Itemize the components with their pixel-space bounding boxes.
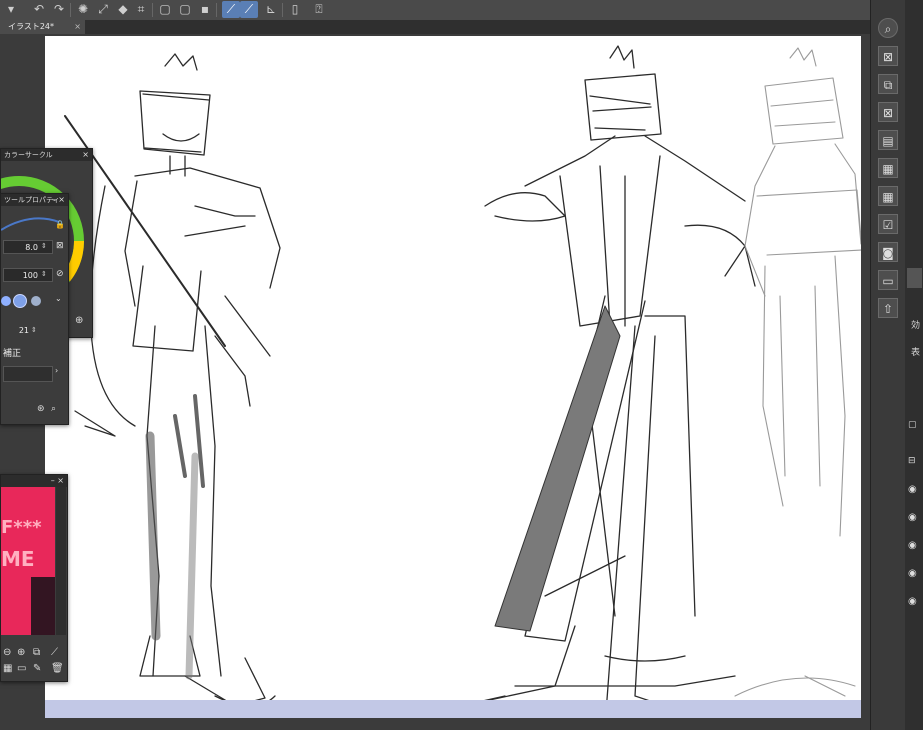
- folder-icon[interactable]: ▤: [878, 130, 898, 150]
- effect-label: 効: [911, 321, 921, 331]
- thumbnail-text: ME: [1, 547, 35, 571]
- opacity-value: 100: [22, 271, 38, 280]
- film-icon[interactable]: ▦: [878, 186, 898, 206]
- camera-icon[interactable]: ◙: [878, 242, 898, 262]
- document-tabbar: イラスト24* ×: [0, 20, 870, 34]
- trash-icon[interactable]: 🗑: [51, 663, 64, 674]
- document-tab[interactable]: イラスト24* ×: [0, 20, 85, 34]
- visibility-icon[interactable]: ◉: [908, 596, 917, 607]
- visibility-icon[interactable]: ◉: [908, 512, 917, 523]
- search-icon[interactable]: ⌕: [51, 404, 56, 414]
- brush-shape-icon[interactable]: [13, 294, 27, 308]
- stepper-icon[interactable]: ⇕: [41, 242, 47, 250]
- thumbnail-text: F***: [1, 517, 42, 538]
- fill-icon[interactable]: ◆: [114, 1, 132, 18]
- navigator-thumbnail[interactable]: F*** ME: [1, 487, 55, 635]
- snap-grid-icon[interactable]: ⟋: [222, 1, 240, 18]
- close-box-icon[interactable]: ⊠: [878, 102, 898, 122]
- zoom-out-icon[interactable]: ⊖: [3, 647, 11, 658]
- tool-property-panel: ツールプロパティ – × 🔒 8.0 ⇕ ⊠ 100 ⇕ ⊘ ⌄ 21 ⇕ 補正…: [0, 193, 69, 425]
- dropdown-icon[interactable]: ▾: [2, 1, 20, 18]
- tool-property-panel-header[interactable]: ツールプロパティ – ×: [1, 194, 68, 206]
- correction-label: 補正: [3, 349, 22, 359]
- pressure-icon[interactable]: ⊘: [56, 269, 64, 279]
- layer-panel-strip: 効 表 ▢ ⊟: [905, 0, 923, 730]
- close-icon[interactable]: – ×: [52, 194, 65, 206]
- undo-icon[interactable]: ↶: [30, 1, 48, 18]
- grid-icon[interactable]: ▦: [878, 158, 898, 178]
- top-toolbar: ▾ ↶ ↷ ✺ ⤢ ◆ ⌗ ▢ ▢ ▪ ⟋ ⟋ ⊾ ▯ ⍰: [0, 0, 923, 21]
- scrollbar[interactable]: [56, 487, 66, 635]
- clear-icon[interactable]: ✺: [74, 1, 92, 18]
- upload-icon[interactable]: ⇧: [878, 298, 898, 318]
- snap-special-icon[interactable]: ▪: [196, 1, 214, 18]
- snap-ruler-icon[interactable]: ▢: [176, 1, 194, 18]
- pressure-icon[interactable]: ⊠: [56, 241, 64, 251]
- figure-left-sketch: [64, 53, 281, 707]
- correction-slider[interactable]: [3, 366, 53, 382]
- stabilization-field[interactable]: 21: [3, 324, 43, 338]
- thumbnail-figure: [31, 577, 55, 635]
- edit-icon[interactable]: ✎: [33, 663, 41, 674]
- settings-icon[interactable]: ⊕: [75, 315, 83, 326]
- visibility-icon[interactable]: ◉: [908, 568, 917, 579]
- folder-icon[interactable]: ▭: [17, 663, 26, 674]
- transform-icon[interactable]: ⤢: [94, 1, 112, 18]
- drawing-canvas[interactable]: [45, 36, 861, 718]
- close-icon[interactable]: – ×: [51, 475, 64, 487]
- device-icon[interactable]: ▯: [286, 1, 304, 18]
- layer-icon[interactable]: ⊟: [908, 456, 916, 466]
- search-icon[interactable]: ⌕: [878, 18, 898, 38]
- redo-icon[interactable]: ↷: [50, 1, 68, 18]
- stepper-icon[interactable]: ⇕: [31, 326, 37, 334]
- close-icon[interactable]: ×: [82, 149, 89, 161]
- zoom-in-icon[interactable]: ⊕: [17, 647, 25, 658]
- navigator-toolbar: ⊖ ⊕ ⧉ ⟋ ▦ ▭ ✎ 🗑: [1, 645, 67, 681]
- visibility-icon[interactable]: ◉: [908, 540, 917, 551]
- visibility-icon[interactable]: ◉: [908, 484, 917, 495]
- brush-shape-icon[interactable]: [1, 296, 11, 306]
- stabilization-value: 21: [18, 326, 29, 335]
- brush-shape-selector[interactable]: [1, 294, 53, 308]
- display-label: 表: [911, 348, 921, 358]
- navigator-panel-header[interactable]: – ×: [1, 475, 67, 487]
- brush-shape-icon[interactable]: [31, 296, 41, 306]
- snap-active-icon[interactable]: ⟋: [240, 1, 258, 18]
- canvas-bottom-strip: [45, 700, 861, 718]
- eyedropper-icon[interactable]: ⟋: [51, 647, 58, 658]
- navigator-panel: – × F*** ME ⊖ ⊕ ⧉ ⟋ ▦ ▭ ✎ 🗑: [0, 474, 68, 682]
- stepper-icon[interactable]: ⇕: [41, 270, 47, 278]
- check-icon[interactable]: ☑: [878, 214, 898, 234]
- color-circle-panel-title: カラーサークル: [4, 151, 53, 159]
- snap-off-icon[interactable]: ▢: [156, 1, 174, 18]
- color-circle-panel-header[interactable]: カラーサークル ×: [1, 149, 92, 161]
- layer-icon[interactable]: ⧉: [33, 647, 40, 658]
- figure-middle-cape-fill: [494, 305, 621, 632]
- lock-icon[interactable]: 🔒: [55, 220, 65, 229]
- right-side-panel: ⌕ ⊠ ⧉ ⊠ ▤ ▦ ▦ ☑ ◙ ▭ ⇧ 効 表 ▢ ⊟ ◉ ◉ ◉ ◉ ◉: [870, 0, 923, 730]
- canvas-area: [0, 34, 870, 730]
- folder-icon[interactable]: ▭: [878, 270, 898, 290]
- ruler-icon[interactable]: ⊾: [262, 1, 280, 18]
- settings-icon[interactable]: ⊛: [37, 404, 45, 414]
- sketch-artwork: [64, 45, 861, 718]
- chat-icon[interactable]: ▢: [908, 420, 917, 430]
- brush-size-value: 8.0: [25, 243, 38, 252]
- close-box-icon[interactable]: ⊠: [878, 46, 898, 66]
- chevron-right-icon[interactable]: ›: [55, 366, 58, 375]
- help-icon[interactable]: ⍰: [310, 1, 328, 18]
- chevron-down-icon[interactable]: ⌄: [55, 294, 62, 303]
- figure-right-faint-sketch: [734, 47, 861, 697]
- layer-icon[interactable]: ⧉: [878, 74, 898, 94]
- close-icon[interactable]: ×: [74, 20, 81, 34]
- document-tab-title: イラスト24*: [8, 22, 55, 31]
- crop-icon[interactable]: ⌗: [132, 1, 150, 18]
- layer-thumb[interactable]: [907, 268, 922, 288]
- grid-icon[interactable]: ▦: [3, 663, 12, 674]
